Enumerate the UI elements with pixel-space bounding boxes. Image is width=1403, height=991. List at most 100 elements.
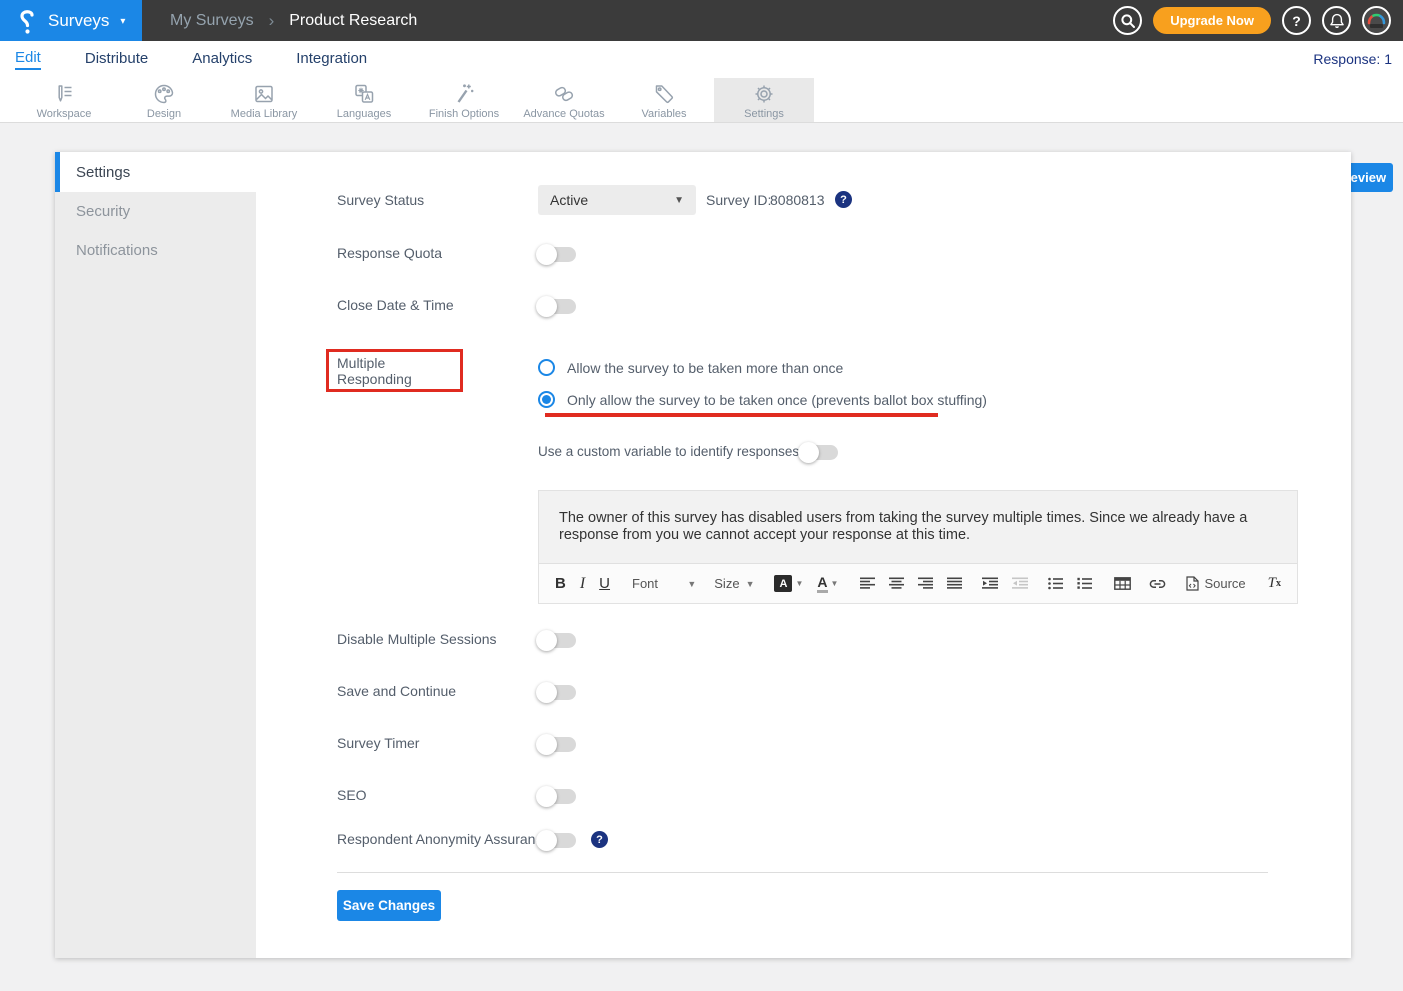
radio-selected-icon[interactable] bbox=[538, 391, 555, 408]
align-right-button[interactable] bbox=[918, 577, 933, 590]
languages-translate-icon bbox=[351, 81, 377, 107]
user-avatar[interactable] bbox=[1362, 6, 1391, 35]
question-mark-icon: ? bbox=[596, 834, 603, 846]
numbered-list-icon bbox=[1077, 577, 1092, 590]
bulleted-list-icon bbox=[1048, 577, 1063, 590]
close-date-label: Close Date & Time bbox=[337, 297, 454, 313]
indent-icon bbox=[982, 577, 998, 590]
toolbar-item-settings[interactable]: Settings bbox=[714, 78, 814, 122]
upgrade-now-button[interactable]: Upgrade Now bbox=[1153, 7, 1271, 34]
product-menu[interactable]: Surveys ▾ bbox=[0, 0, 142, 41]
seo-toggle[interactable] bbox=[538, 789, 576, 804]
multiple-responding-label: Multiple Responding bbox=[337, 355, 460, 387]
respondent-anonymity-help-button[interactable]: ? bbox=[591, 831, 608, 848]
italic-button[interactable]: I bbox=[580, 575, 585, 593]
close-date-toggle[interactable] bbox=[538, 299, 576, 314]
bold-button[interactable]: B bbox=[555, 575, 566, 592]
toggle-knob bbox=[536, 830, 557, 851]
tab-integration[interactable]: Integration bbox=[296, 50, 367, 69]
editor-message-area[interactable]: The owner of this survey has disabled us… bbox=[539, 491, 1297, 563]
numbered-list-button[interactable] bbox=[1077, 577, 1092, 590]
sidebar-item-label: Settings bbox=[76, 164, 130, 181]
caret-down-icon: ▼ bbox=[795, 579, 803, 588]
tab-analytics[interactable]: Analytics bbox=[192, 50, 252, 69]
bulleted-list-button[interactable] bbox=[1048, 577, 1063, 590]
disable-multiple-sessions-label: Disable Multiple Sessions bbox=[337, 631, 497, 647]
custom-variable-label: Use a custom variable to identify respon… bbox=[538, 444, 799, 459]
font-dropdown-label: Font bbox=[632, 576, 658, 591]
survey-id-value: 8080813 bbox=[770, 192, 825, 208]
sidebar-item-settings[interactable]: Settings bbox=[55, 152, 256, 192]
custom-variable-toggle[interactable] bbox=[800, 445, 838, 460]
variables-tag-icon bbox=[651, 81, 677, 107]
insert-link-button[interactable] bbox=[1149, 579, 1166, 589]
source-button-label: Source bbox=[1204, 576, 1245, 591]
breadcrumb: My Surveys › Product Research bbox=[170, 11, 417, 31]
toolbar-item-workspace[interactable]: Workspace bbox=[14, 78, 114, 122]
response-quota-label: Response Quota bbox=[337, 245, 442, 261]
text-color-icon: A bbox=[817, 575, 827, 593]
multiple-responding-annotation-box: Multiple Responding bbox=[326, 349, 463, 392]
save-and-continue-toggle[interactable] bbox=[538, 685, 576, 700]
outdent-button[interactable] bbox=[1012, 577, 1028, 590]
radio-allow-multiple[interactable]: Allow the survey to be taken more than o… bbox=[538, 359, 843, 376]
toolbar-item-media-library[interactable]: Media Library bbox=[214, 78, 314, 122]
text-color-button[interactable]: A ▼ bbox=[817, 575, 838, 593]
toolbar-item-variables[interactable]: Variables bbox=[614, 78, 714, 122]
font-dropdown[interactable]: Font ▼ bbox=[632, 576, 696, 591]
background-color-button[interactable]: A ▼ bbox=[774, 575, 803, 592]
link-icon bbox=[1149, 579, 1166, 589]
settings-sidebar: Security Notifications bbox=[55, 192, 256, 958]
toolbar-item-label: Advance Quotas bbox=[523, 108, 604, 120]
align-left-button[interactable] bbox=[860, 577, 875, 590]
save-changes-button[interactable]: Save Changes bbox=[337, 890, 441, 921]
insert-table-button[interactable] bbox=[1114, 577, 1131, 590]
disable-multiple-sessions-toggle[interactable] bbox=[538, 633, 576, 648]
size-dropdown[interactable]: Size ▼ bbox=[714, 576, 754, 591]
remove-format-button[interactable]: Tx bbox=[1268, 575, 1281, 592]
sidebar-item-label: Notifications bbox=[76, 242, 158, 259]
toolbar-item-label: Variables bbox=[641, 108, 686, 120]
tab-edit[interactable]: Edit bbox=[15, 49, 41, 70]
settings-card: Settings Security Notifications Survey S… bbox=[55, 152, 1351, 958]
caret-down-icon: ▼ bbox=[746, 579, 755, 589]
survey-timer-toggle[interactable] bbox=[538, 737, 576, 752]
toolbar-item-advance-quotas[interactable]: Advance Quotas bbox=[514, 78, 614, 122]
notifications-button[interactable] bbox=[1322, 6, 1351, 35]
radio-only-once[interactable]: Only allow the survey to be taken once (… bbox=[538, 391, 987, 408]
response-count[interactable]: Response: 1 bbox=[1313, 51, 1392, 67]
toolbar-item-languages[interactable]: Languages bbox=[314, 78, 414, 122]
toggle-knob bbox=[536, 734, 557, 755]
response-quota-toggle[interactable] bbox=[538, 247, 576, 262]
radio-label: Allow the survey to be taken more than o… bbox=[567, 360, 843, 376]
remove-format-x: x bbox=[1276, 578, 1281, 589]
toolbar-item-label: Finish Options bbox=[429, 108, 499, 120]
align-right-icon bbox=[918, 577, 933, 590]
radio-unselected-icon[interactable] bbox=[538, 359, 555, 376]
avatar-gauge-icon bbox=[1364, 8, 1389, 33]
align-center-button[interactable] bbox=[889, 577, 904, 590]
underline-button[interactable]: U bbox=[599, 575, 610, 592]
align-center-icon bbox=[889, 577, 904, 590]
survey-status-select[interactable]: Active ▼ bbox=[538, 185, 696, 215]
search-button[interactable] bbox=[1113, 6, 1142, 35]
sidebar-item-notifications[interactable]: Notifications bbox=[55, 231, 256, 270]
media-library-icon bbox=[251, 81, 277, 107]
toolbar-item-design[interactable]: Design bbox=[114, 78, 214, 122]
toggle-knob bbox=[536, 296, 557, 317]
survey-id-help-button[interactable]: ? bbox=[835, 191, 852, 208]
tab-distribute[interactable]: Distribute bbox=[85, 50, 148, 69]
caret-down-icon: ▼ bbox=[687, 579, 696, 589]
toolbar-item-label: Languages bbox=[337, 108, 391, 120]
search-icon bbox=[1120, 13, 1136, 29]
indent-button[interactable] bbox=[982, 577, 998, 590]
sidebar-item-security[interactable]: Security bbox=[55, 192, 256, 231]
source-button[interactable]: Source bbox=[1186, 576, 1245, 591]
toggle-knob bbox=[798, 442, 819, 463]
help-button[interactable]: ? bbox=[1282, 6, 1311, 35]
align-left-icon bbox=[860, 577, 875, 590]
toolbar-item-finish-options[interactable]: Finish Options bbox=[414, 78, 514, 122]
justify-button[interactable] bbox=[947, 577, 962, 590]
breadcrumb-my-surveys[interactable]: My Surveys bbox=[170, 12, 254, 30]
respondent-anonymity-toggle[interactable] bbox=[538, 833, 576, 848]
